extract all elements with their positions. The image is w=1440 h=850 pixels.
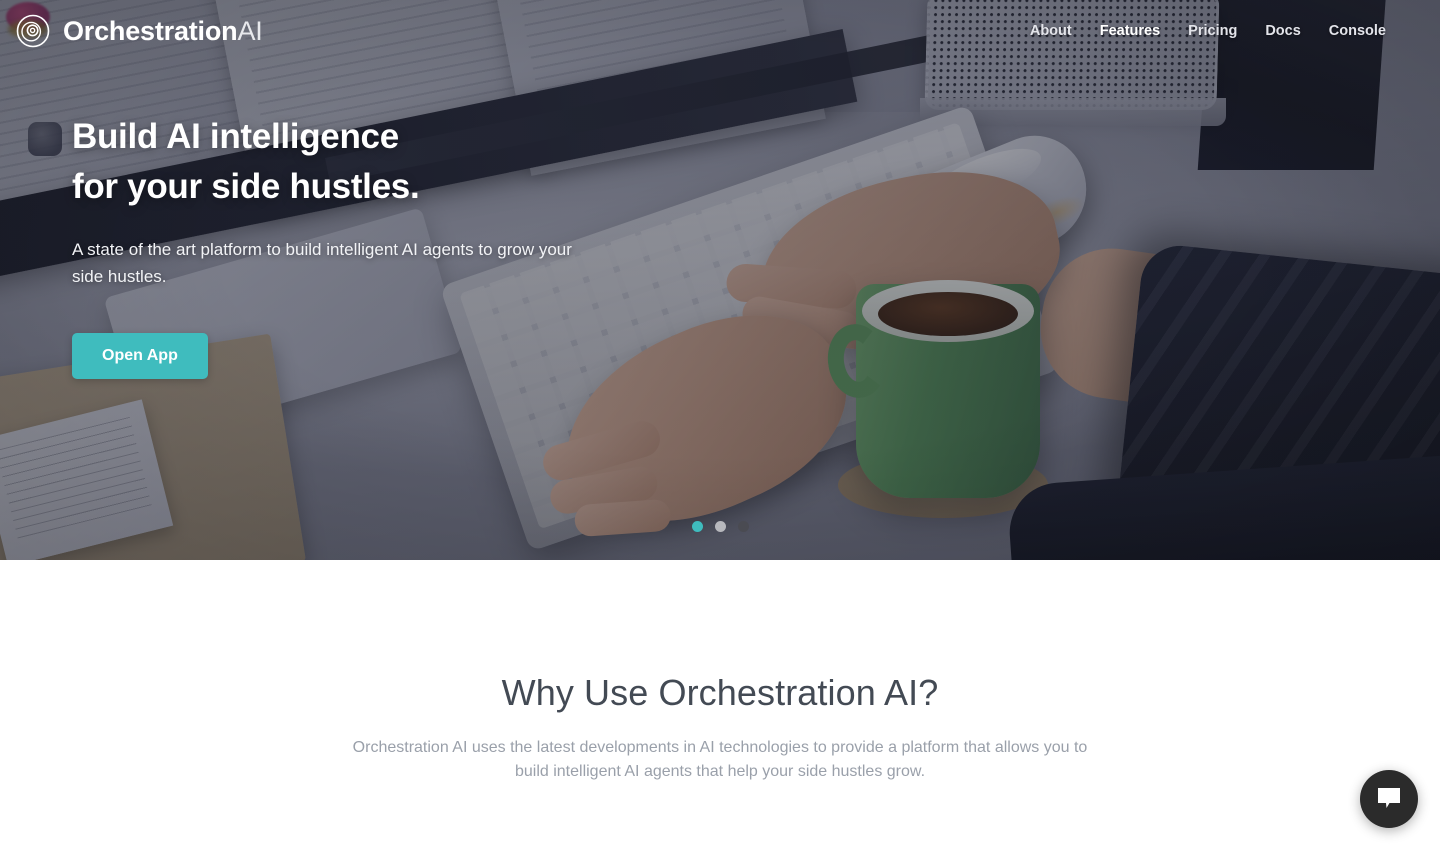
top-navigation-bar: OrchestrationAI About Features Pricing D… <box>0 0 1440 62</box>
concentric-circle-logo-icon <box>16 14 50 48</box>
carousel-dot-2[interactable] <box>714 521 726 532</box>
nav-item-pricing[interactable]: Pricing <box>1174 15 1251 47</box>
why-section-title: Why Use Orchestration AI? <box>501 672 939 713</box>
chat-bubble-icon <box>1376 786 1402 813</box>
nav-item-features[interactable]: Features <box>1086 15 1174 47</box>
why-section: Why Use Orchestration AI? Orchestration … <box>0 560 1440 784</box>
brand-name: OrchestrationAI <box>63 15 263 46</box>
carousel-dot-3[interactable] <box>737 521 749 532</box>
hero-section: OrchestrationAI About Features Pricing D… <box>0 0 1440 560</box>
nav-item-docs[interactable]: Docs <box>1251 15 1314 47</box>
carousel-dots <box>0 521 1440 532</box>
hero-headline: Build AI intelligence for your side hust… <box>72 112 692 212</box>
hero-headline-line-2: for your side hustles. <box>72 167 420 207</box>
nav-item-console[interactable]: Console <box>1315 15 1400 47</box>
hero-subtitle: A state of the art platform to build int… <box>72 240 572 287</box>
nav-links: About Features Pricing Docs Console <box>1016 15 1400 47</box>
open-app-button[interactable]: Open App <box>72 333 208 380</box>
brand-name-secondary: AI <box>237 15 263 46</box>
brand-name-primary: Orchestration <box>63 15 238 46</box>
nav-item-about[interactable]: About <box>1016 15 1086 47</box>
chat-widget-button[interactable] <box>1360 770 1418 828</box>
why-section-description: Orchestration AI uses the latest develop… <box>352 739 1088 780</box>
brand-logo[interactable]: OrchestrationAI <box>16 14 263 48</box>
carousel-dot-1[interactable] <box>691 521 703 532</box>
hero-headline-line-1: Build AI intelligence <box>72 117 399 156</box>
hero-content: Build AI intelligence for your side hust… <box>72 112 692 380</box>
